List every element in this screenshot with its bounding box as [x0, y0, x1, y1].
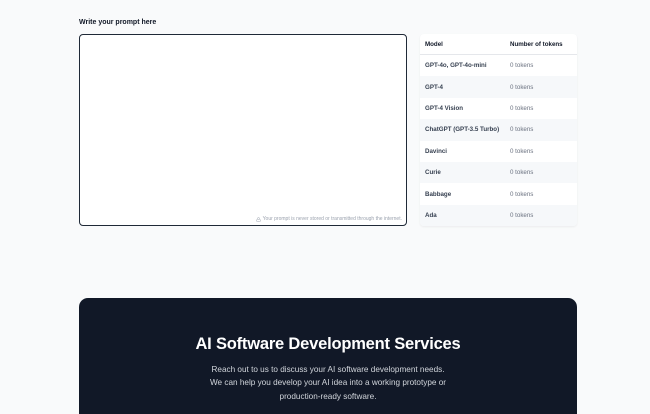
- model-name: ChatGPT (GPT-3.5 Turbo): [425, 126, 500, 134]
- column-header-model: Model: [425, 40, 443, 48]
- model-name: GPT-4 Vision: [425, 104, 464, 112]
- table-row: Curie 0 tokens: [420, 161, 577, 184]
- prompt-input[interactable]: [84, 39, 402, 211]
- prompt-box: Your prompt is never stored or transmitt…: [79, 34, 407, 226]
- model-name: Curie: [425, 169, 441, 177]
- model-name: Ada: [425, 211, 437, 219]
- lock-icon: [256, 216, 261, 222]
- model-name: Davinci: [425, 147, 448, 155]
- services-description-line: We can help you develop your AI idea int…: [209, 378, 447, 388]
- token-count: 0 tokens: [510, 126, 534, 134]
- token-count-table: Model Number of tokens GPT-4o, GPT-4o-mi…: [420, 34, 577, 227]
- privacy-note-text: Your prompt is never stored or transmitt…: [262, 216, 402, 222]
- table-body: GPT-4o, GPT-4o-mini 0 tokens GPT-4 0 tok…: [420, 55, 577, 227]
- table-row: GPT-4 0 tokens: [420, 76, 577, 98]
- model-name: GPT-4o, GPT-4o-mini: [425, 62, 487, 70]
- services-description-line: production-ready software.: [279, 391, 377, 401]
- privacy-note: Your prompt is never stored or transmitt…: [256, 216, 402, 222]
- services-title: AI Software Development Services: [195, 335, 461, 353]
- services-description: Reach out to us to discuss your AI softw…: [179, 363, 477, 403]
- model-name: GPT-4: [425, 83, 443, 91]
- page: Write your prompt here Your prompt is ne…: [0, 0, 650, 414]
- token-count: 0 tokens: [510, 190, 534, 198]
- table-row: Babbage 0 tokens: [420, 183, 577, 204]
- token-count: 0 tokens: [510, 83, 534, 91]
- table-header-row: Model Number of tokens: [420, 34, 577, 55]
- table-row: GPT-4o, GPT-4o-mini 0 tokens: [420, 55, 577, 76]
- token-count: 0 tokens: [510, 169, 534, 177]
- token-count: 0 tokens: [510, 104, 534, 112]
- token-count: 0 tokens: [510, 62, 534, 70]
- services-banner: AI Software Development Services Reach o…: [79, 298, 577, 414]
- table-row: Davinci 0 tokens: [420, 141, 577, 162]
- table-row: GPT-4 Vision 0 tokens: [420, 98, 577, 119]
- column-header-tokens: Number of tokens: [510, 40, 563, 48]
- services-description-line: Reach out to us to discuss your AI softw…: [211, 365, 445, 374]
- table-row: Ada 0 tokens: [420, 204, 577, 227]
- token-count: 0 tokens: [510, 147, 534, 155]
- prompt-label: Write your prompt here: [79, 19, 157, 26]
- token-count: 0 tokens: [510, 211, 534, 219]
- table-row: ChatGPT (GPT-3.5 Turbo) 0 tokens: [420, 119, 577, 141]
- model-name: Babbage: [425, 190, 452, 198]
